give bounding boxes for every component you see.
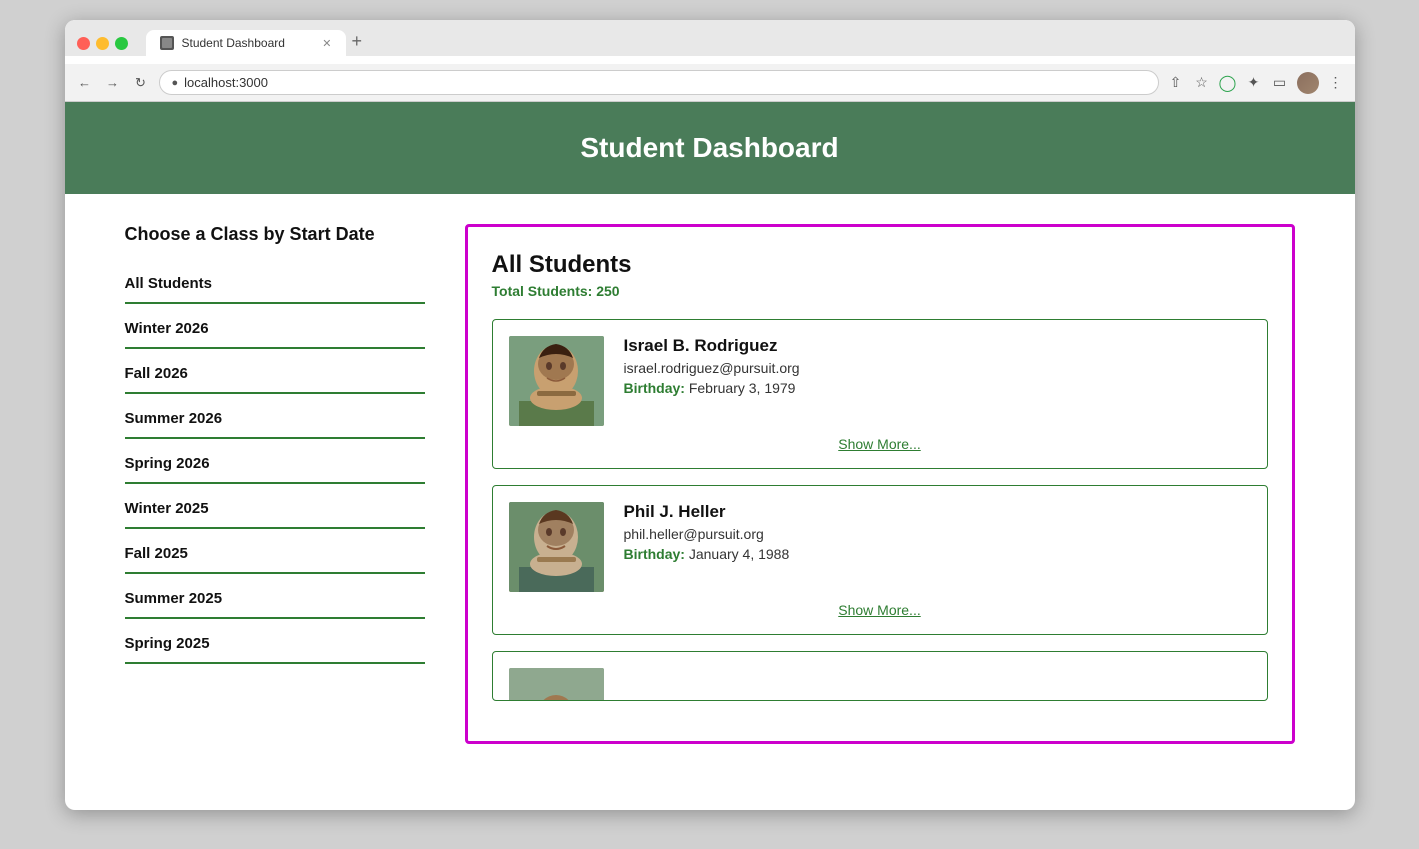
puzzle-icon[interactable]: ✦ [1245, 74, 1263, 92]
tab-favicon-icon [160, 36, 174, 50]
sidebar-item-summer-2026[interactable]: Summer 2026 [125, 396, 425, 439]
student-card-top-phil: Phil J. Heller phil.heller@pursuit.org B… [509, 502, 1251, 592]
panel-subtitle: Total Students: 250 [492, 283, 1268, 299]
student-info-phil: Phil J. Heller phil.heller@pursuit.org B… [624, 502, 1251, 562]
total-students-count: 250 [596, 283, 619, 299]
browser-window: Student Dashboard ✕ + ← → ↻ ● localhost:… [65, 20, 1355, 810]
birthday-label-israel: Birthday: [624, 380, 685, 396]
sidebar-item-summer-2025[interactable]: Summer 2025 [125, 576, 425, 619]
url-text: localhost:3000 [184, 75, 268, 90]
tab-title: Student Dashboard [182, 36, 285, 50]
birthday-label-phil: Birthday: [624, 546, 685, 562]
browser-tab[interactable]: Student Dashboard ✕ [146, 30, 346, 56]
menu-icon[interactable]: ⋮ [1327, 74, 1345, 92]
sidebar-item-all-students[interactable]: All Students [125, 261, 425, 304]
page-content: Student Dashboard Choose a Class by Star… [65, 102, 1355, 774]
sidebar-item-fall-2026[interactable]: Fall 2026 [125, 351, 425, 394]
forward-button[interactable]: → [103, 73, 123, 93]
show-more-israel[interactable]: Show More... [509, 436, 1251, 452]
sidebar-item-spring-2025[interactable]: Spring 2025 [125, 621, 425, 664]
lock-icon: ● [172, 77, 179, 89]
browser-titlebar: Student Dashboard ✕ + [77, 30, 1343, 56]
student-name-israel: Israel B. Rodriguez [624, 336, 1251, 356]
student-birthday-phil: Birthday: January 4, 1988 [624, 546, 1251, 562]
bookmark-icon[interactable]: ☆ [1193, 74, 1211, 92]
sidebar-item-winter-2025[interactable]: Winter 2025 [125, 486, 425, 529]
address-bar[interactable]: ● localhost:3000 [159, 70, 1159, 95]
maximize-button[interactable] [115, 37, 128, 50]
student-card-israel: Israel B. Rodriguez israel.rodriguez@pur… [492, 319, 1268, 469]
tab-close-button[interactable]: ✕ [322, 37, 331, 50]
student-email-israel: israel.rodriguez@pursuit.org [624, 360, 1251, 376]
sidebar-item-spring-2026[interactable]: Spring 2026 [125, 441, 425, 484]
panel-title: All Students [492, 251, 1268, 279]
student-email-phil: phil.heller@pursuit.org [624, 526, 1251, 542]
total-students-label: Total Students: [492, 283, 593, 299]
extension-icon[interactable]: ◯ [1219, 74, 1237, 92]
browser-toolbar: ← → ↻ ● localhost:3000 ⇧ ☆ ◯ ✦ ▭ ⋮ [65, 64, 1355, 102]
sidebar-item-fall-2025[interactable]: Fall 2025 [125, 531, 425, 574]
sidebar: Choose a Class by Start Date All Student… [125, 224, 425, 666]
page-header: Student Dashboard [65, 102, 1355, 194]
user-avatar[interactable] [1297, 72, 1319, 94]
student-info-israel: Israel B. Rodriguez israel.rodriguez@pur… [624, 336, 1251, 396]
student-card-top: Israel B. Rodriguez israel.rodriguez@pur… [509, 336, 1251, 426]
page-title: Student Dashboard [85, 132, 1335, 164]
close-button[interactable] [77, 37, 90, 50]
traffic-lights [77, 37, 128, 50]
main-panel: All Students Total Students: 250 [465, 224, 1295, 744]
student-avatar-phil [509, 502, 604, 592]
sidebar-title: Choose a Class by Start Date [125, 224, 425, 245]
browser-chrome: Student Dashboard ✕ + [65, 20, 1355, 56]
student-card-third [492, 651, 1268, 701]
student-birthday-israel: Birthday: February 3, 1979 [624, 380, 1251, 396]
birthday-value-israel: February 3, 1979 [689, 380, 796, 396]
new-tab-button[interactable]: + [352, 32, 363, 54]
student-card-top-third [509, 668, 1251, 701]
reload-button[interactable]: ↻ [131, 73, 151, 93]
student-avatar-israel [509, 336, 604, 426]
back-button[interactable]: ← [75, 73, 95, 93]
sidebar-item-winter-2026[interactable]: Winter 2026 [125, 306, 425, 349]
show-more-phil[interactable]: Show More... [509, 602, 1251, 618]
share-icon[interactable]: ⇧ [1167, 74, 1185, 92]
toolbar-actions: ⇧ ☆ ◯ ✦ ▭ ⋮ [1167, 72, 1345, 94]
minimize-button[interactable] [96, 37, 109, 50]
window-icon[interactable]: ▭ [1271, 74, 1289, 92]
student-avatar-third [509, 668, 604, 701]
student-card-phil: Phil J. Heller phil.heller@pursuit.org B… [492, 485, 1268, 635]
main-layout: Choose a Class by Start Date All Student… [65, 194, 1355, 774]
student-name-phil: Phil J. Heller [624, 502, 1251, 522]
birthday-value-phil: January 4, 1988 [689, 546, 789, 562]
